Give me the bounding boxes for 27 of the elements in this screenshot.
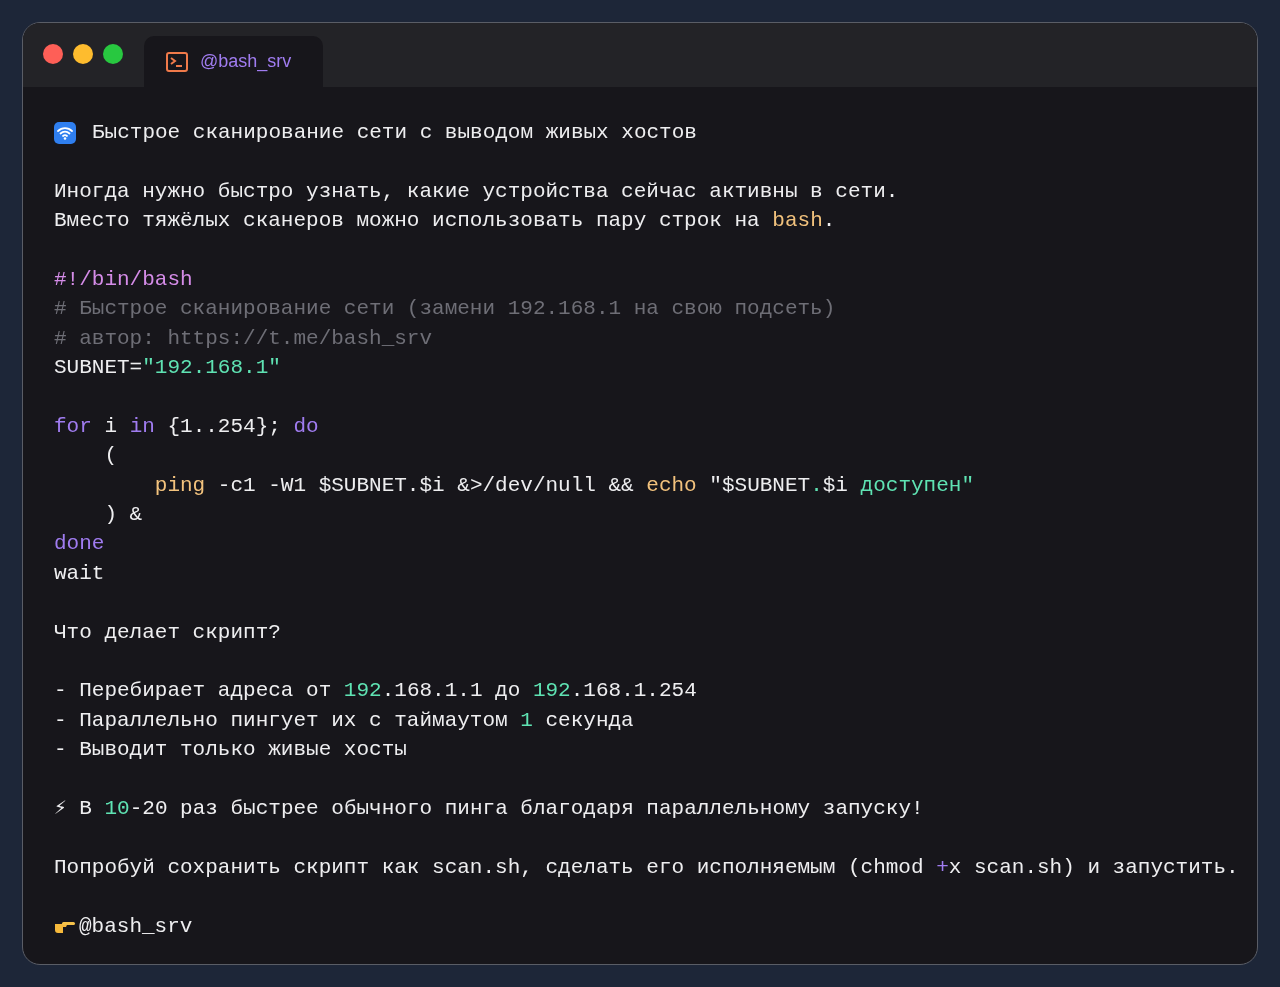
text-line: Иногда нужно быстро узнать, какие устройства сейчас активны в сети. — [54, 178, 899, 205]
code-line: wait — [54, 560, 105, 587]
close-button[interactable] — [43, 44, 63, 64]
text-line: - Выводит только живые хосты — [54, 737, 407, 764]
wifi-icon — [54, 121, 76, 144]
signature-line: @bash_srv — [79, 913, 193, 940]
code-line: # автор: https://t.me/bash_srv — [54, 325, 433, 352]
heading-line: Быстрое сканирование сети с выводом живых хостов — [92, 120, 697, 146]
code-line: ) & — [103, 502, 143, 529]
tab[interactable]: @bash_srv — [144, 36, 323, 87]
text-line: ⚡ В 10-20 раз быстрее обычного пинга благодаря параллельному запуску! — [54, 796, 924, 822]
code-line: done — [54, 531, 105, 558]
text-line: - Параллельно пингует их с таймаутом 1 секунда — [54, 707, 634, 734]
code-line: #!/bin/bash — [54, 266, 193, 293]
text-line: Вместо тяжёлых сканеров можно использовать пару строк на bash. — [54, 208, 836, 235]
code-line: for i in {1..254}; do — [54, 413, 319, 440]
code-line: SUBNET="192.168.1" — [54, 355, 281, 382]
code-line: ping -c1 -W1 $SUBNET.$i &>/dev/null && echo "$SUBNET.$i доступен" — [153, 472, 974, 499]
minimize-button[interactable] — [73, 44, 93, 64]
tab-title: @bash_srv — [200, 50, 292, 74]
text-line: Попробуй сохранить скрипт как scan.sh, сделать его исполняемым (chmod +x scan.sh) и запустить. — [54, 854, 1239, 881]
text-line: - Перебирает адреса от 192.168.1.1 до 192.168.1.254 — [54, 678, 697, 705]
code-line: # Быстрое сканирование сети (замени 192.168.1 на свою подсеть) — [54, 296, 836, 323]
terminal-icon — [166, 51, 188, 72]
code-line: ( — [103, 443, 117, 470]
maximize-button[interactable] — [103, 44, 123, 64]
text-line: Что делает скрипт? — [54, 619, 281, 646]
